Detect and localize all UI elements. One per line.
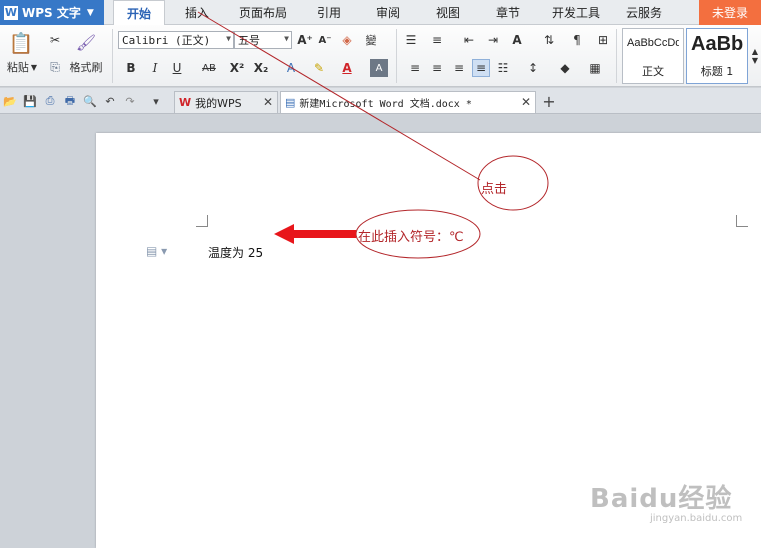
tab-my-wps[interactable]: W 我的WPS ✕ bbox=[174, 91, 278, 113]
new-tab-button[interactable]: + bbox=[540, 92, 558, 111]
paragraph-handle-icon[interactable]: ▤ ▾ bbox=[146, 244, 167, 258]
numbered-list-icon[interactable]: ≡ bbox=[428, 31, 446, 49]
font-color-icon[interactable]: A bbox=[338, 59, 356, 77]
tab-label: 新建Microsoft Word 文档.docx * bbox=[299, 99, 472, 110]
tab-view[interactable]: 视图 bbox=[424, 0, 472, 25]
line-spacing-icon[interactable]: ↕ bbox=[524, 59, 542, 77]
close-icon[interactable]: ✕ bbox=[263, 95, 273, 109]
click-note: 点击 bbox=[481, 182, 508, 197]
doc-file-icon: ▤ bbox=[285, 96, 296, 109]
tab-insert[interactable]: 插入 bbox=[172, 0, 222, 25]
underline-icon[interactable]: U bbox=[168, 59, 186, 77]
align-right-icon[interactable]: ≡ bbox=[450, 59, 468, 77]
tab-review[interactable]: 审阅 bbox=[364, 0, 412, 25]
margin-mark bbox=[196, 215, 208, 227]
tab-home[interactable]: 开始 bbox=[113, 0, 165, 26]
document-text[interactable]: 温度为 25 bbox=[208, 244, 263, 261]
style-caption: 标题 1 bbox=[700, 65, 734, 78]
paste-label: 粘贴 bbox=[6, 61, 29, 74]
tab-page-layout[interactable]: 页面布局 bbox=[232, 0, 294, 25]
ribbon-divider bbox=[112, 29, 113, 83]
distribute-icon[interactable]: ☷ bbox=[494, 59, 512, 77]
tab-developer[interactable]: 开发工具 bbox=[544, 0, 608, 25]
increase-indent-icon[interactable]: ⇥ bbox=[484, 31, 502, 49]
open-folder-icon[interactable]: 📂 bbox=[2, 93, 18, 109]
ribbon-divider bbox=[396, 29, 397, 83]
italic-icon[interactable]: I bbox=[146, 59, 164, 77]
print-icon[interactable]: 🖶 bbox=[62, 93, 78, 109]
border-icon[interactable]: ▦ bbox=[586, 59, 604, 77]
decrease-indent-icon[interactable]: ⇤ bbox=[460, 31, 478, 49]
ribbon: 📋 粘贴 ▼ ✂ ⎘ 🖌 格式刷 Calibri (正文) ▼ 五号 ▼ A⁺ A… bbox=[0, 25, 761, 87]
app-menu-button[interactable]: W WPS 文字 ▼ bbox=[0, 0, 104, 25]
insert-note: 在此插入符号：℃ bbox=[358, 230, 464, 245]
wps-w-icon: W bbox=[179, 96, 192, 109]
tab-label: 我的WPS bbox=[195, 96, 242, 110]
style-normal[interactable]: AaBbCcDd 正文 bbox=[622, 28, 684, 84]
grow-font-icon[interactable]: A⁺ bbox=[296, 31, 314, 49]
baidu-watermark: Baidu经验 jingyan.baidu.com bbox=[590, 478, 742, 524]
phonetic-icon[interactable]: 變 bbox=[362, 31, 380, 49]
text-effect-icon[interactable]: A bbox=[282, 59, 300, 77]
customize-arrow-icon[interactable]: ▾ bbox=[148, 93, 164, 109]
cut-icon[interactable]: ✂ bbox=[46, 31, 64, 49]
watermark-logo: Baidu经验 bbox=[590, 484, 733, 514]
char-shading-icon[interactable]: A bbox=[370, 59, 388, 77]
login-button[interactable]: 未登录 bbox=[699, 0, 761, 25]
bullet-list-icon[interactable]: ☰ bbox=[402, 31, 420, 49]
tab-references[interactable]: 引用 bbox=[306, 0, 352, 25]
ribbon-divider bbox=[616, 29, 617, 83]
chevron-down-icon: ▼ bbox=[226, 34, 231, 43]
save-icon[interactable]: 💾 bbox=[22, 93, 38, 109]
style-sample: AaBb bbox=[691, 33, 743, 55]
font-name-select[interactable]: Calibri (正文) ▼ bbox=[118, 31, 234, 49]
redo-icon[interactable]: ↷ bbox=[122, 93, 138, 109]
show-marks-icon[interactable]: ¶ bbox=[568, 31, 586, 49]
style-gallery-scroll[interactable]: ▲ ▼ bbox=[750, 29, 760, 83]
undo-icon[interactable]: ↶ bbox=[102, 93, 118, 109]
strikethrough-icon[interactable]: AB bbox=[196, 59, 222, 77]
superscript-icon[interactable]: X² bbox=[228, 59, 246, 77]
quick-access-bar: 📂 💾 ⎙ 🖶 🔍 ↶ ↷ ▾ W 我的WPS ✕ ▤ 新建Microsoft … bbox=[0, 88, 761, 114]
font-name-value: Calibri (正文) bbox=[122, 34, 211, 47]
chevron-down-icon: ▼ bbox=[30, 62, 38, 72]
highlight-icon[interactable]: ✎ bbox=[310, 59, 328, 77]
table-icon[interactable]: ⊞ bbox=[594, 31, 612, 49]
font-size-select[interactable]: 五号 ▼ bbox=[234, 31, 292, 49]
justify-icon[interactable]: ≡ bbox=[472, 59, 490, 77]
close-icon[interactable]: ✕ bbox=[521, 95, 531, 109]
tab-chapter[interactable]: 章节 bbox=[484, 0, 532, 25]
sort-icon[interactable]: ⇅ bbox=[540, 31, 558, 49]
style-caption: 正文 bbox=[642, 65, 664, 78]
chevron-down-icon: ▼ bbox=[86, 7, 94, 18]
tab-document[interactable]: ▤ 新建Microsoft Word 文档.docx * ✕ bbox=[280, 91, 536, 113]
subscript-icon[interactable]: X₂ bbox=[252, 59, 270, 77]
tab-cloud[interactable]: 云服务 bbox=[618, 0, 670, 25]
font-size-value: 五号 bbox=[238, 34, 260, 47]
print-preview-icon[interactable]: 🔍 bbox=[82, 93, 98, 109]
watermark-url: jingyan.baidu.com bbox=[650, 513, 743, 524]
shading-icon[interactable]: ◆ bbox=[556, 59, 574, 77]
margin-mark bbox=[736, 215, 748, 227]
menu-bar: W WPS 文字 ▼ 开始 插入 页面布局 引用 审阅 视图 章节 开发工具 云… bbox=[0, 0, 761, 26]
shrink-font-icon[interactable]: A⁻ bbox=[316, 31, 334, 49]
copy-icon[interactable]: ⎘ bbox=[46, 58, 64, 76]
wps-logo-icon: W bbox=[4, 5, 18, 20]
app-name: WPS 文字 bbox=[22, 6, 81, 20]
format-painter-icon[interactable]: 🖌 bbox=[74, 30, 98, 54]
char-scale-icon[interactable]: A bbox=[508, 31, 526, 49]
style-sample: AaBbCcDd bbox=[627, 37, 679, 49]
clear-format-icon[interactable]: ◈ bbox=[338, 31, 356, 49]
paste-button[interactable]: 粘贴 ▼ bbox=[2, 59, 42, 75]
style-heading-1[interactable]: AaBb 标题 1 bbox=[686, 28, 748, 84]
bold-icon[interactable]: B bbox=[122, 59, 140, 77]
paste-icon[interactable]: 📋 bbox=[8, 30, 34, 56]
export-pdf-icon[interactable]: ⎙ bbox=[42, 93, 58, 109]
format-painter-button[interactable]: 格式刷 bbox=[64, 59, 108, 75]
align-left-icon[interactable]: ≡ bbox=[406, 59, 424, 77]
align-center-icon[interactable]: ≡ bbox=[428, 59, 446, 77]
chevron-down-icon: ▼ bbox=[284, 34, 289, 43]
